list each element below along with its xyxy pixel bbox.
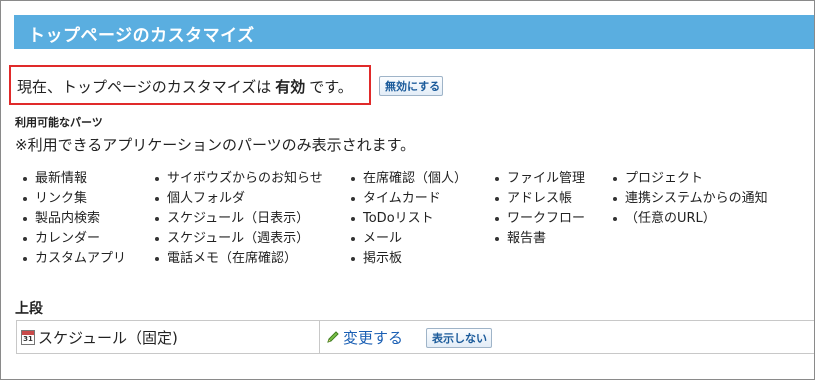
status-suffix: です。 xyxy=(309,78,353,96)
page-header: トップページのカスタマイズ xyxy=(14,15,814,49)
bullet-icon xyxy=(23,237,27,241)
hide-button[interactable]: 表示しない xyxy=(426,328,492,348)
list-item: タイムカード xyxy=(349,189,467,209)
bullet-icon xyxy=(155,217,159,221)
list-item-label: タイムカード xyxy=(363,191,441,206)
list-item-label: 連携システムからの通知 xyxy=(625,191,768,206)
list-item-label: 掲示板 xyxy=(363,251,403,266)
list-item: 連携システムからの通知 xyxy=(611,189,768,209)
list-item: ワークフロー xyxy=(493,209,585,229)
bullet-icon xyxy=(495,217,499,221)
bullet-icon xyxy=(351,217,355,221)
bullet-icon xyxy=(495,237,499,241)
list-item: 電話メモ（在席確認） xyxy=(153,249,323,269)
list-item-label: カレンダー xyxy=(35,231,101,246)
page-title: トップページのカスタマイズ xyxy=(28,26,255,46)
bullet-icon xyxy=(613,177,617,181)
section-title: 上段 xyxy=(15,301,43,317)
bullet-icon xyxy=(23,197,27,201)
list-item-label: 個人フォルダ xyxy=(167,191,246,206)
list-item-label: 在席確認（個人） xyxy=(363,171,468,186)
list-item-label: （任意のURL） xyxy=(625,211,716,226)
list-item: ファイル管理 xyxy=(493,169,585,189)
list-item-label: プロジェクト xyxy=(625,171,704,186)
bullet-icon xyxy=(351,257,355,261)
list-item: リンク集 xyxy=(21,189,126,209)
list-item-label: 最新情報 xyxy=(35,171,88,186)
list-item: （任意のURL） xyxy=(611,209,768,229)
list-item: カスタムアプリ xyxy=(21,249,126,269)
list-item-label: サイボウズからのお知らせ xyxy=(167,171,323,186)
column-divider xyxy=(319,321,320,353)
list-item-label: スケジュール（週表示） xyxy=(167,231,310,246)
calendar-icon-day: 31 xyxy=(23,335,33,343)
list-item-label: リンク集 xyxy=(35,191,88,206)
bullet-icon xyxy=(613,217,617,221)
list-item: 報告書 xyxy=(493,229,585,249)
bullet-icon xyxy=(495,177,499,181)
parts-heading: 利用可能なパーツ xyxy=(15,116,103,129)
list-item: アドレス帳 xyxy=(493,189,585,209)
list-item: 最新情報 xyxy=(21,169,126,189)
list-item-label: ワークフロー xyxy=(507,211,586,226)
pencil-icon xyxy=(327,331,339,343)
parts-column-4: ファイル管理 アドレス帳 ワークフロー 報告書 xyxy=(493,169,585,249)
list-item: スケジュール（日表示） xyxy=(153,209,323,229)
bullet-icon xyxy=(155,257,159,261)
list-item-label: メール xyxy=(363,231,403,246)
bullet-icon xyxy=(351,237,355,241)
list-item-label: ToDoリスト xyxy=(363,211,434,226)
status-highlight: 現在、トップページのカスタマイズは 有効 です。 xyxy=(9,65,371,105)
parts-column-1: 最新情報 リンク集 製品内検索 カレンダー カスタムアプリ xyxy=(21,169,126,269)
list-item: 製品内検索 xyxy=(21,209,126,229)
list-item-label: 報告書 xyxy=(507,231,547,246)
status-text: 現在、トップページのカスタマイズは 有効 です。 xyxy=(17,76,353,97)
status-prefix: 現在、トップページのカスタマイズは xyxy=(17,78,272,96)
parts-column-3: 在席確認（個人） タイムカード ToDoリスト メール 掲示板 xyxy=(349,169,467,269)
row-label: スケジュール（固定) xyxy=(38,329,178,347)
parts-column-5: プロジェクト 連携システムからの通知 （任意のURL） xyxy=(611,169,768,229)
status-state: 有効 xyxy=(275,78,306,96)
list-item: 掲示板 xyxy=(349,249,467,269)
bullet-icon xyxy=(613,197,617,201)
list-item-label: スケジュール（日表示） xyxy=(167,211,310,226)
list-item: 個人フォルダ xyxy=(153,189,323,209)
parts-column-2: サイボウズからのお知らせ 個人フォルダ スケジュール（日表示） スケジュール（週… xyxy=(153,169,323,269)
list-item: プロジェクト xyxy=(611,169,768,189)
list-item-label: 製品内検索 xyxy=(35,211,101,226)
bullet-icon xyxy=(495,197,499,201)
bullet-icon xyxy=(23,177,27,181)
calendar-icon: 31 xyxy=(21,330,35,345)
list-item: カレンダー xyxy=(21,229,126,249)
table-row: 31 スケジュール（固定) 変更する 表示しない xyxy=(16,320,814,354)
list-item-label: ファイル管理 xyxy=(507,171,586,186)
list-item: 在席確認（個人） xyxy=(349,169,467,189)
parts-note: ※利用できるアプリケーションのパーツのみ表示されます。 xyxy=(15,136,416,154)
bullet-icon xyxy=(351,177,355,181)
bullet-icon xyxy=(155,237,159,241)
bullet-icon xyxy=(155,197,159,201)
bullet-icon xyxy=(155,177,159,181)
bullet-icon xyxy=(351,197,355,201)
list-item-label: アドレス帳 xyxy=(507,191,573,206)
list-item: ToDoリスト xyxy=(349,209,467,229)
disable-button[interactable]: 無効にする xyxy=(379,76,443,96)
list-item: スケジュール（週表示） xyxy=(153,229,323,249)
list-item: サイボウズからのお知らせ xyxy=(153,169,323,189)
customize-panel: トップページのカスタマイズ 現在、トップページのカスタマイズは 有効 です。 無効に… xyxy=(0,0,815,380)
list-item: メール xyxy=(349,229,467,249)
bullet-icon xyxy=(23,217,27,221)
list-item-label: 電話メモ（在席確認） xyxy=(167,251,298,266)
bullet-icon xyxy=(23,257,27,261)
list-item-label: カスタムアプリ xyxy=(35,251,127,266)
change-link[interactable]: 変更する xyxy=(343,327,403,348)
